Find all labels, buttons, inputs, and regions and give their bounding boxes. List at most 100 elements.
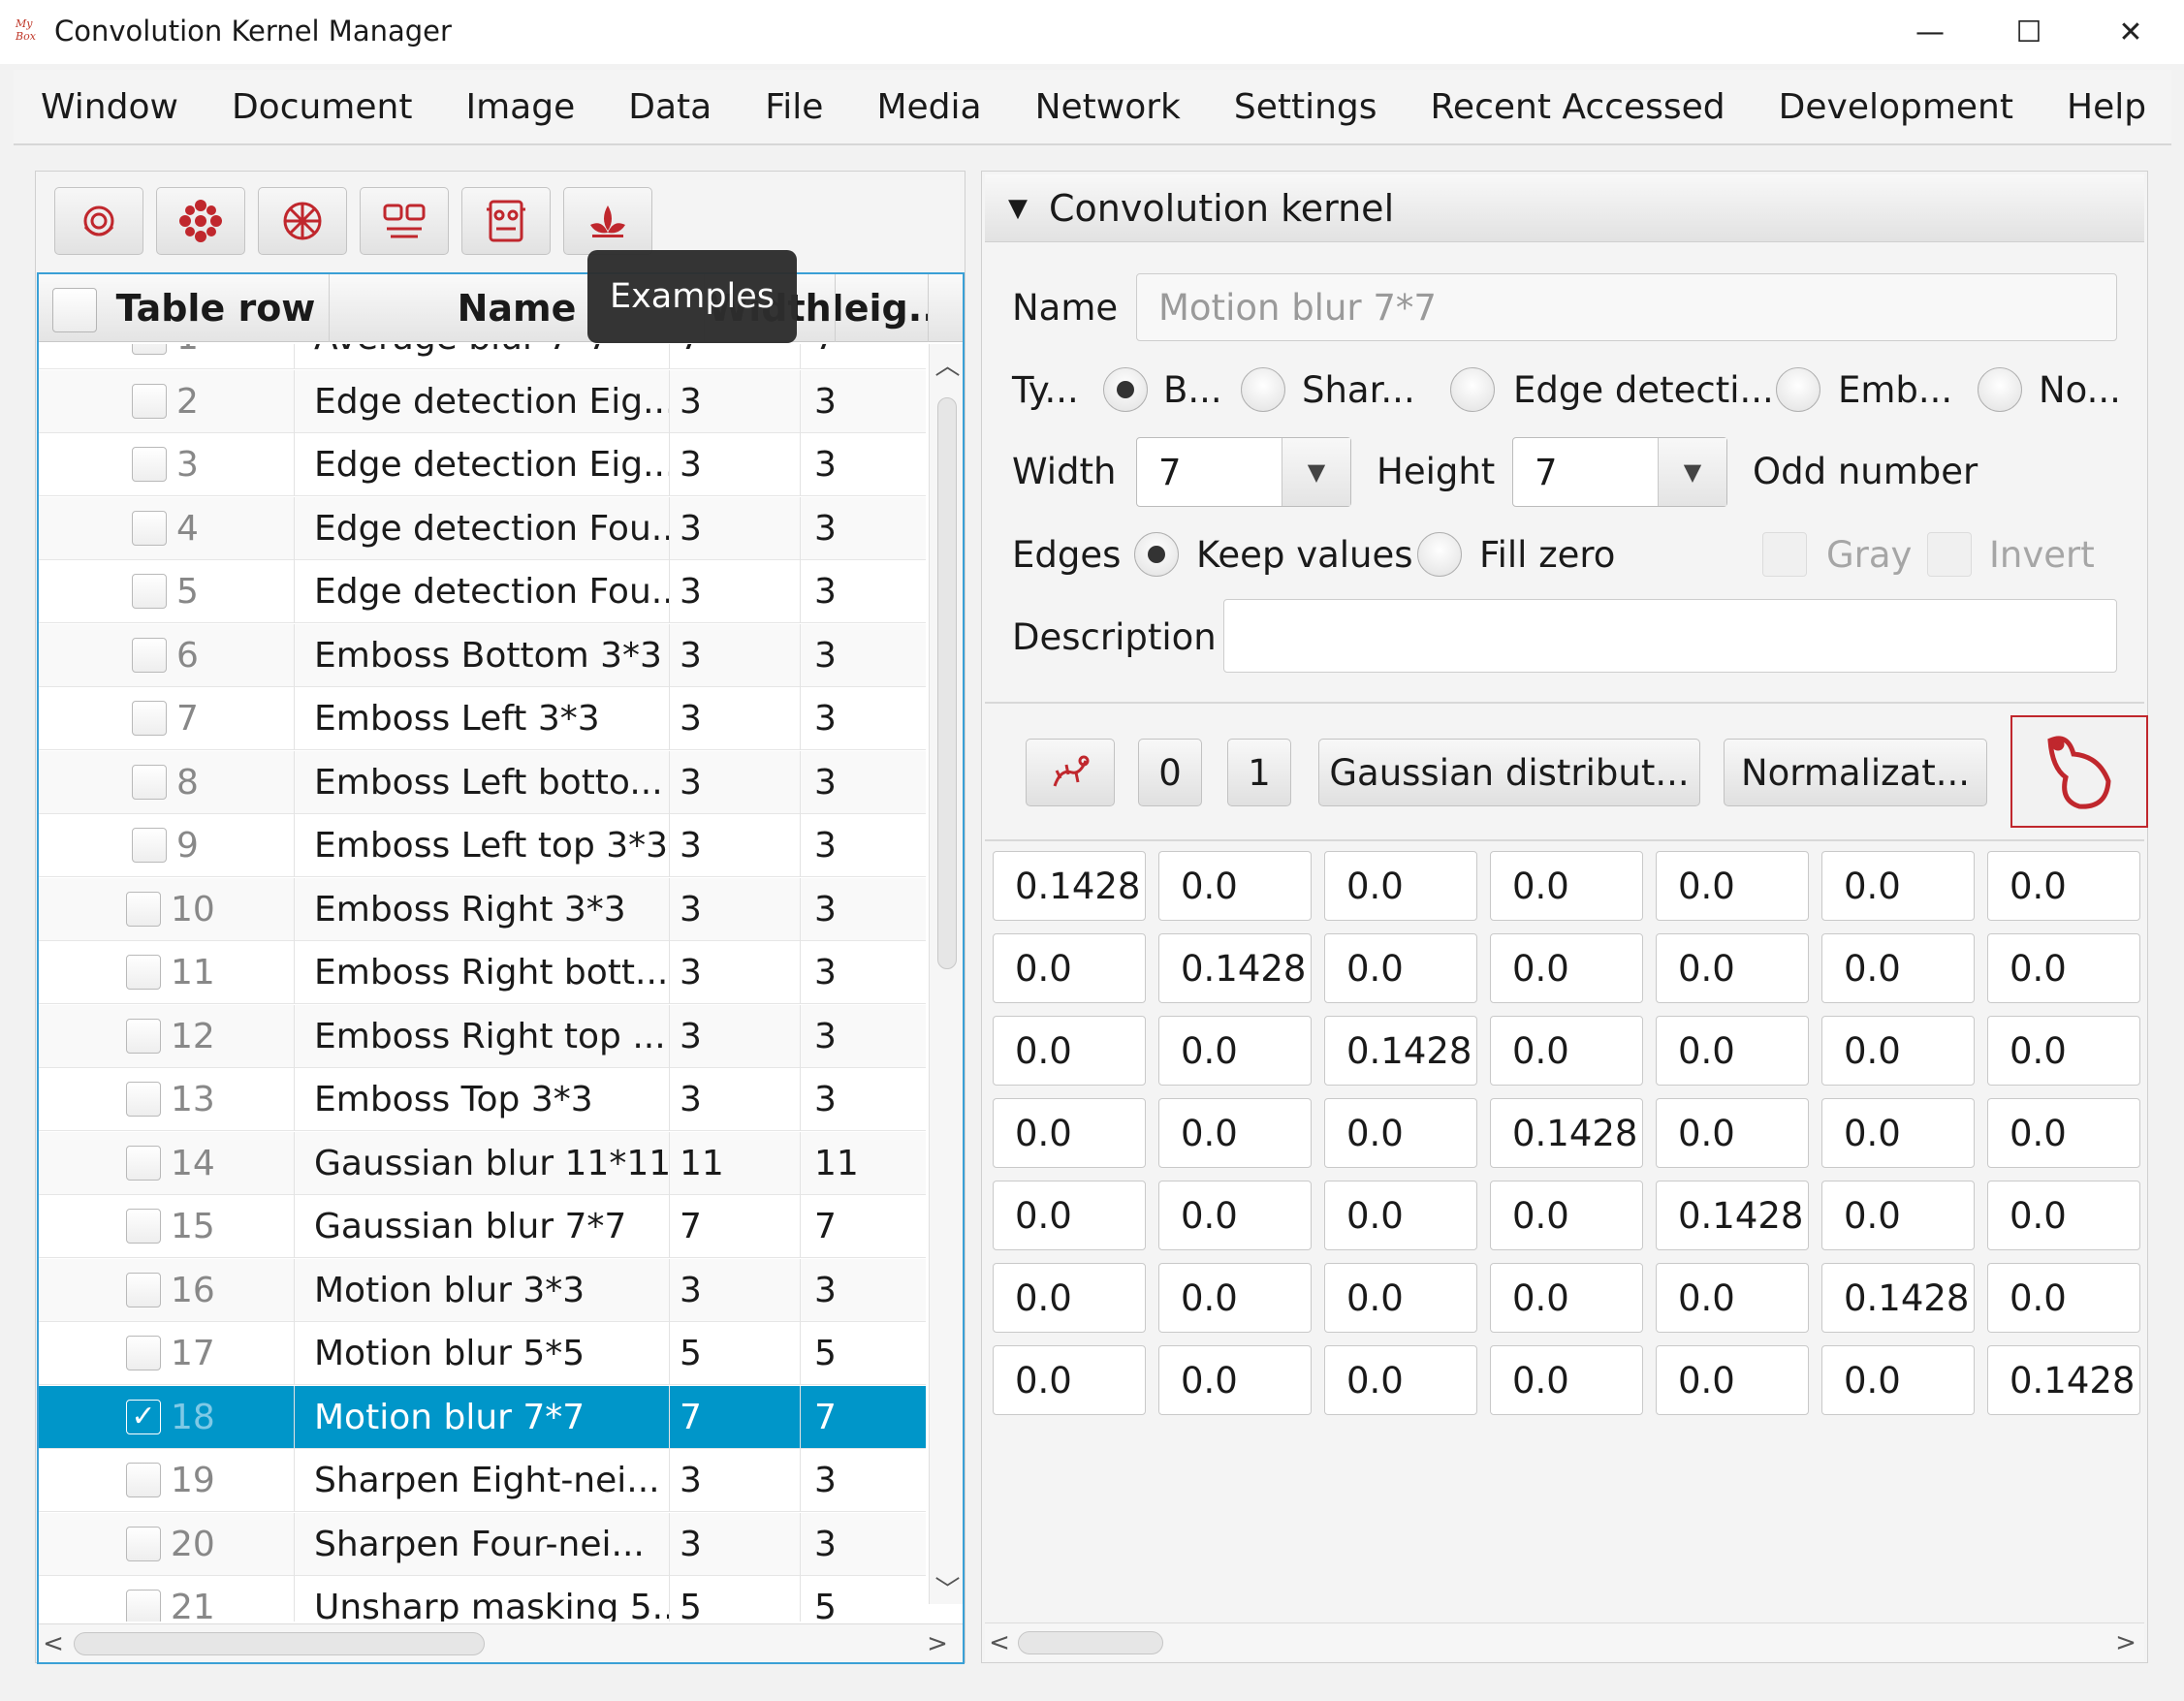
- menu-recent-accessed[interactable]: Recent Accessed: [1431, 87, 1725, 127]
- horizontal-scroll-thumb[interactable]: [1018, 1631, 1163, 1654]
- menu-development[interactable]: Development: [1779, 87, 2013, 127]
- table-row[interactable]: 1Average blur 7*777: [39, 344, 926, 369]
- vertical-scrollbar[interactable]: ︿ ﹀: [929, 344, 963, 1605]
- matrix-cell[interactable]: 0.1428: [1656, 1181, 1809, 1250]
- matrix-cell[interactable]: 0.0: [1324, 933, 1477, 1003]
- matrix-cell[interactable]: 0.0: [1324, 1181, 1477, 1250]
- zero-button[interactable]: 0: [1138, 739, 1202, 806]
- matrix-cell[interactable]: 0.1428: [1490, 1098, 1643, 1168]
- scroll-left-icon[interactable]: <: [985, 1623, 1014, 1662]
- matrix-cell[interactable]: 0.0: [1821, 933, 1975, 1003]
- matrix-cell[interactable]: 0.0: [1987, 1263, 2140, 1333]
- row-checkbox[interactable]: [132, 447, 167, 482]
- matrix-cell[interactable]: 0.1428: [1987, 1345, 2140, 1415]
- table-row[interactable]: 5 Edge detection Fou... 3 3: [39, 560, 926, 623]
- table-row[interactable]: 7 Emboss Left 3*3 3 3: [39, 687, 926, 750]
- matrix-cell[interactable]: 0.0: [1324, 1098, 1477, 1168]
- horizontal-scrollbar[interactable]: < >: [39, 1623, 963, 1662]
- row-checkbox[interactable]: [132, 510, 167, 546]
- table-row[interactable]: 4 Edge detection Fou... 3 3: [39, 496, 926, 560]
- width-select[interactable]: 7 ▼: [1136, 437, 1351, 507]
- gaussian-distribution-button[interactable]: Gaussian distribut...: [1318, 739, 1700, 806]
- row-checkbox[interactable]: [126, 1463, 161, 1497]
- random-kernel-button[interactable]: [1026, 739, 1115, 806]
- matrix-cell[interactable]: 0.0: [1656, 851, 1809, 921]
- row-checkbox[interactable]: ✓: [126, 1399, 161, 1434]
- description-input[interactable]: [1223, 599, 2117, 673]
- matrix-cell[interactable]: 0.0: [1987, 1181, 2140, 1250]
- matrix-cell[interactable]: 0.0: [1821, 1181, 1975, 1250]
- matrix-cell[interactable]: 0.0: [1490, 1345, 1643, 1415]
- table-row[interactable]: 20 Sharpen Four-nei... 3 3: [39, 1512, 926, 1576]
- menu-document[interactable]: Document: [232, 87, 413, 127]
- type-radio-blur[interactable]: [1103, 367, 1148, 412]
- row-checkbox[interactable]: [132, 383, 167, 419]
- matrix-cell[interactable]: 0.0: [1158, 1263, 1312, 1333]
- matrix-cell[interactable]: 0.0: [1656, 1345, 1809, 1415]
- row-checkbox[interactable]: [132, 701, 167, 736]
- matrix-cell[interactable]: 0.0: [1987, 1098, 2140, 1168]
- edges-radio-keep-values[interactable]: [1134, 532, 1179, 577]
- height-select[interactable]: 7 ▼: [1512, 437, 1727, 507]
- gray-checkbox[interactable]: [1762, 532, 1807, 577]
- matrix-cell[interactable]: 0.0: [1821, 1098, 1975, 1168]
- table-row[interactable]: 19 Sharpen Eight-nei... 3 3: [39, 1449, 926, 1512]
- row-checkbox[interactable]: [132, 828, 167, 863]
- type-radio-none[interactable]: [1978, 367, 2022, 412]
- menu-data[interactable]: Data: [628, 87, 712, 127]
- matrix-cell[interactable]: 0.0: [993, 1181, 1146, 1250]
- matrix-cell[interactable]: 0.0: [1656, 1016, 1809, 1086]
- menu-media[interactable]: Media: [876, 87, 981, 127]
- matrix-cell[interactable]: 0.0: [1821, 851, 1975, 921]
- kernel-table[interactable]: Table row Name Width Heig... 1 Average bl…: [37, 272, 965, 1664]
- matrix-cell[interactable]: 0.0: [993, 1016, 1146, 1086]
- matrix-cell[interactable]: 0.1428: [1821, 1263, 1975, 1333]
- view-image-button[interactable]: [2010, 715, 2148, 828]
- totem-pattern-icon-button[interactable]: [461, 187, 551, 255]
- table-row[interactable]: 13 Emboss Top 3*3 3 3: [39, 1068, 926, 1131]
- row-checkbox[interactable]: [126, 891, 161, 927]
- scroll-right-icon[interactable]: >: [923, 1624, 952, 1662]
- edges-radio-fill-zero[interactable]: [1417, 532, 1462, 577]
- matrix-cell[interactable]: 0.0: [1490, 851, 1643, 921]
- row-checkbox[interactable]: [132, 344, 167, 355]
- matrix-cell[interactable]: 0.0: [1987, 933, 2140, 1003]
- table-row[interactable]: 6 Emboss Bottom 3*3 3 3: [39, 623, 926, 687]
- chevron-down-icon[interactable]: ▼: [1282, 438, 1350, 506]
- matrix-cell[interactable]: 0.0: [993, 1098, 1146, 1168]
- flower-lotus-icon-button[interactable]: [258, 187, 347, 255]
- mask-pattern-icon-button[interactable]: [360, 187, 449, 255]
- scroll-left-icon[interactable]: <: [39, 1624, 68, 1662]
- table-row[interactable]: 16 Motion blur 3*3 3 3: [39, 1258, 926, 1322]
- type-radio-emboss[interactable]: [1776, 367, 1820, 412]
- matrix-cell[interactable]: 0.0: [1821, 1345, 1975, 1415]
- table-row[interactable]: 3 Edge detection Eig... 3 3: [39, 433, 926, 496]
- matrix-cell[interactable]: 0.0: [1656, 1098, 1809, 1168]
- collapse-triangle-icon[interactable]: ▼: [1008, 194, 1028, 223]
- matrix-cell[interactable]: 0.0: [1324, 851, 1477, 921]
- column-header-table-row[interactable]: Table row: [103, 274, 330, 342]
- scroll-right-icon[interactable]: >: [2111, 1623, 2140, 1662]
- row-checkbox[interactable]: [126, 1526, 161, 1561]
- matrix-cell[interactable]: 0.0: [1158, 1016, 1312, 1086]
- row-checkbox[interactable]: [126, 1145, 161, 1181]
- scroll-up-icon[interactable]: ︿: [930, 344, 963, 383]
- close-button[interactable]: ✕: [2087, 0, 2174, 64]
- matrix-cell[interactable]: 0.0: [1656, 933, 1809, 1003]
- matrix-cell[interactable]: 0.0: [1490, 1181, 1643, 1250]
- menu-network[interactable]: Network: [1035, 87, 1181, 127]
- select-all-checkbox[interactable]: [52, 288, 97, 332]
- table-row[interactable]: 12 Emboss Right top ... 3 3: [39, 1004, 926, 1068]
- table-row[interactable]: 8 Emboss Left botto... 3 3: [39, 750, 926, 814]
- menu-image[interactable]: Image: [465, 87, 575, 127]
- matrix-cell[interactable]: 0.0: [1324, 1263, 1477, 1333]
- vertical-scroll-thumb[interactable]: [937, 397, 957, 969]
- row-checkbox[interactable]: [126, 1590, 161, 1622]
- row-checkbox[interactable]: [126, 1018, 161, 1054]
- matrix-cell[interactable]: 0.0: [1158, 851, 1312, 921]
- matrix-cell[interactable]: 0.0: [993, 1263, 1146, 1333]
- table-row[interactable]: 21 Unsharp masking 5... 5 5: [39, 1576, 926, 1622]
- row-checkbox[interactable]: [132, 764, 167, 800]
- horizontal-scroll-thumb[interactable]: [74, 1632, 485, 1655]
- section-header[interactable]: ▼ Convolution kernel: [985, 174, 2144, 242]
